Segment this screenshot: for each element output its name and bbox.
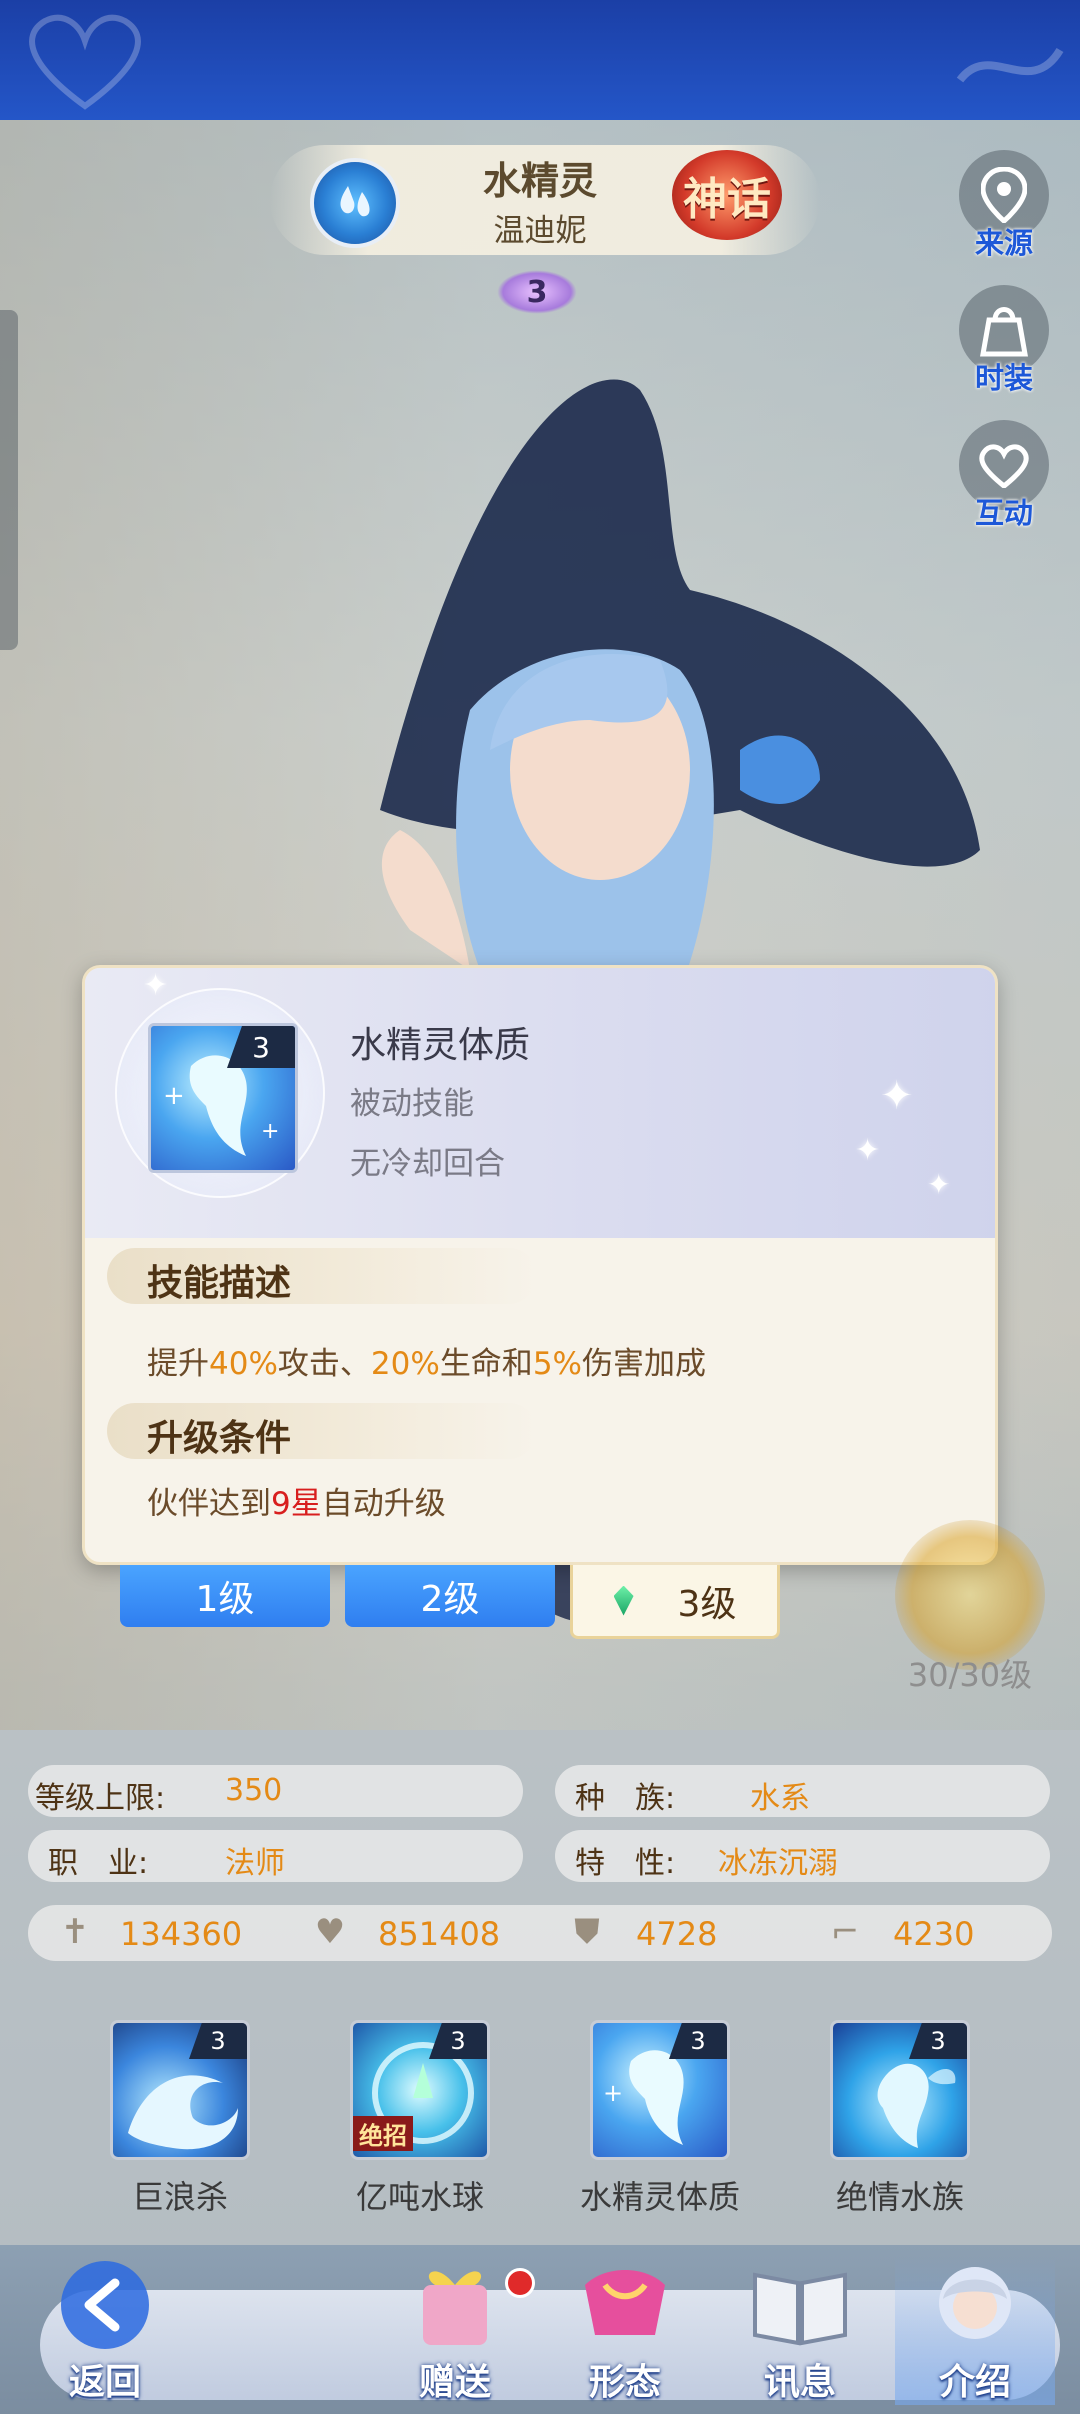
stat-trait-value: 冰冻沉溺 (718, 1846, 838, 1881)
nav-info-button[interactable]: 讯息 (720, 2255, 880, 2405)
skill-card-water-spirit[interactable]: + 3 (590, 2020, 730, 2160)
skill-card-water-ball[interactable]: 3 绝招 (350, 2020, 490, 2160)
book-icon (753, 2272, 847, 2346)
stat-trait-label: 特 性: (575, 1846, 676, 1881)
skill-type: 被动技能 (350, 1086, 474, 1122)
section-upgrade-condition: 升级条件 (107, 1403, 537, 1459)
sparkle-icon: ✦ (855, 1133, 881, 1168)
left-edge-tab[interactable] (0, 310, 18, 650)
skill-cooldown: 无冷却回合 (350, 1146, 505, 1182)
top-bar (0, 0, 1080, 120)
source-button[interactable]: 来源 (956, 150, 1052, 270)
svg-text:+: + (261, 1119, 279, 1144)
hero-avatar-icon (939, 2267, 1011, 2339)
nav-label: 介绍 (938, 2362, 1011, 2403)
gem-icon (613, 1585, 634, 1616)
stat-level-cap-label: 等级上限: (35, 1781, 166, 1816)
nav-back-button[interactable]: 返回 (25, 2255, 185, 2405)
fashion-label: 时装 (974, 361, 1033, 395)
skill-title: 水精灵体质 (350, 1025, 531, 1066)
section-title: 升级条件 (147, 1418, 292, 1459)
back-arrow-icon (61, 2261, 149, 2349)
tab-level-1[interactable]: 1级 (120, 1565, 330, 1627)
skill-card-giant-wave[interactable]: 3 (110, 2020, 250, 2160)
nav-label: 讯息 (763, 2362, 836, 2403)
boot-icon: ⌐ (830, 1912, 860, 1952)
upgrade-condition-text: 伙伴达到9星自动升级 (147, 1486, 446, 1522)
nav-label: 返回 (68, 2362, 141, 2403)
hero-name: 水精灵 (482, 159, 597, 203)
ultimate-badge: 绝招 (353, 2116, 413, 2151)
source-label: 来源 (974, 226, 1033, 260)
gift-icon (423, 2271, 487, 2345)
stat-job-label: 职 业: (48, 1846, 149, 1881)
skill-name: 水精灵体质 (579, 2178, 740, 2216)
svg-text:+: + (163, 1081, 185, 1111)
hero-sub-name: 温迪妮 (493, 213, 587, 249)
decorative-heart-icon (29, 14, 141, 110)
fashion-button[interactable]: 时装 (956, 285, 1052, 405)
skill-name: 亿吨水球 (355, 2178, 484, 2216)
skill-detail-popup: + + 3 水精灵体质 被动技能 无冷却回合 ✦ ✦ ✦ ✦ 技能描述 提升40… (82, 965, 998, 1565)
sparkle-icon: ✦ (927, 1168, 951, 1201)
star-badge: 3 (497, 270, 577, 314)
attack-value: 134360 (120, 1915, 243, 1953)
hp-value: 851408 (378, 1915, 501, 1953)
tab-level-2[interactable]: 2级 (345, 1565, 555, 1627)
outfit-icon (585, 2270, 665, 2335)
nav-label: 形态 (588, 2362, 661, 2403)
svg-text:+: + (603, 2079, 623, 2107)
decorative-wave-icon (956, 47, 1064, 83)
nav-form-button[interactable]: 形态 (545, 2255, 705, 2405)
interact-label: 互动 (974, 496, 1033, 530)
speed-value: 4230 (893, 1915, 975, 1953)
level-progress: 30/30级 (907, 1656, 1033, 1694)
water-element-icon (310, 158, 400, 248)
nav-label: 赠送 (418, 2362, 491, 2403)
stat-level-cap-value: 350 (225, 1773, 283, 1808)
section-title: 技能描述 (147, 1263, 292, 1304)
sparkle-icon: ✦ (143, 968, 169, 1003)
stat-job-value: 法师 (225, 1846, 285, 1881)
skill-name: 巨浪杀 (131, 2178, 228, 2216)
interact-button[interactable]: 互动 (956, 420, 1052, 540)
shield-icon: ⛊ (574, 1912, 600, 1952)
sword-icon: ✝ (60, 1912, 90, 1952)
skill-name: 绝情水族 (835, 2178, 964, 2216)
notification-dot (505, 2268, 535, 2298)
skill-description-text: 提升40%攻击、20%生命和5%伤害加成 (147, 1346, 706, 1382)
heart-icon: ♥ (314, 1912, 346, 1952)
tab-level-3[interactable]: 3级 (570, 1565, 780, 1639)
stat-race-label: 种 族: (575, 1781, 676, 1816)
rarity-badge: 神话 (672, 150, 782, 240)
skill-card-ruthless-water[interactable]: 3 (830, 2020, 970, 2160)
defense-value: 4728 (636, 1915, 718, 1953)
nav-intro-button[interactable]: 介绍 (895, 2255, 1055, 2405)
stat-race-value: 水系 (750, 1781, 810, 1816)
sparkle-icon: ✦ (880, 1073, 914, 1119)
tab-level-3-label: 3级 (677, 1583, 737, 1625)
water-spirit-skill-icon: + + 3 (148, 1023, 298, 1173)
level-orb-icon (895, 1520, 1045, 1670)
section-skill-description: 技能描述 (107, 1248, 537, 1304)
